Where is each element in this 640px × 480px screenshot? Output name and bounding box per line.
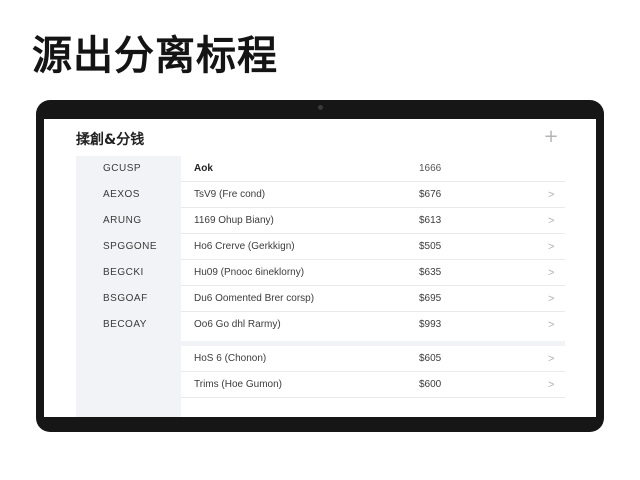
item-price: $613 <box>419 215 442 226</box>
item-name: Ho6 Crerve (Gerkkign) <box>194 241 295 252</box>
item-name: Oo6 Go dhl Rarmy) <box>194 319 281 330</box>
chevron-right-icon: > <box>548 215 555 227</box>
list-item[interactable]: 1169 Ohup Biany) $613 > <box>181 208 565 234</box>
item-name: Du6 Oomented Brer corsp) <box>194 293 315 304</box>
chevron-right-icon: > <box>548 267 555 279</box>
app-screen: 揉創&分钱 + GCUSP AEXOS ARUNG SPGGONE BEGCKI… <box>44 119 596 417</box>
list-item[interactable]: Ho6 Crerve (Gerkkign) $505 > <box>181 234 565 260</box>
item-name: Trims (Hoe Gumon) <box>194 379 282 390</box>
header-name: Aok <box>194 163 213 174</box>
sidebar-item-bsgoaf[interactable]: BSGOAF <box>76 286 181 312</box>
item-name: Hu09 (Pnooc 6ineklorny) <box>194 267 305 278</box>
chevron-right-icon: > <box>548 189 555 201</box>
item-price: $635 <box>419 267 442 278</box>
item-price: $993 <box>419 319 442 330</box>
sidebar-item-spggone[interactable]: SPGGONE <box>76 234 181 260</box>
chevron-right-icon: > <box>548 379 555 391</box>
screen-title: 揉創&分钱 <box>76 132 145 148</box>
sidebar-item-arung[interactable]: ARUNG <box>76 208 181 234</box>
list-item[interactable]: Trims (Hoe Gumon) $600 > <box>181 372 565 398</box>
chevron-right-icon: > <box>548 353 555 365</box>
sidebar-item-aexos[interactable]: AEXOS <box>76 182 181 208</box>
sidebar-item-gcusp[interactable]: GCUSP <box>76 156 181 182</box>
sidebar-item-becoay[interactable]: BECOAY <box>76 312 181 338</box>
item-price: $676 <box>419 189 442 200</box>
chevron-right-icon: > <box>548 293 555 305</box>
tablet-device: 揉創&分钱 + GCUSP AEXOS ARUNG SPGGONE BEGCKI… <box>36 100 604 432</box>
item-name: 1169 Ohup Biany) <box>194 215 274 226</box>
add-icon[interactable]: + <box>543 128 559 146</box>
camera-dot <box>318 105 323 110</box>
chevron-right-icon: > <box>548 319 555 331</box>
sidebar-item-begcki[interactable]: BEGCKI <box>76 260 181 286</box>
list-item[interactable]: TsV9 (Fre cond) $676 > <box>181 182 565 208</box>
list-item[interactable]: Hu09 (Pnooc 6ineklorny) $635 > <box>181 260 565 286</box>
table-header: Aok 1666 <box>181 156 565 182</box>
page-title: 源出分离标程 <box>32 33 278 79</box>
item-price: $695 <box>419 293 442 304</box>
list-item[interactable]: Oo6 Go dhl Rarmy) $993 > <box>181 312 565 338</box>
sidebar: GCUSP AEXOS ARUNG SPGGONE BEGCKI BSGOAF … <box>76 156 181 417</box>
item-name: HoS 6 (Chonon) <box>194 353 267 364</box>
item-price: $600 <box>419 379 442 390</box>
header-price: 1666 <box>419 163 442 174</box>
item-price: $505 <box>419 241 442 252</box>
list-item[interactable]: HoS 6 (Chonon) $605 > <box>181 346 565 372</box>
list-item[interactable]: Du6 Oomented Brer corsp) $695 > <box>181 286 565 312</box>
item-name: TsV9 (Fre cond) <box>194 189 266 200</box>
chevron-right-icon: > <box>548 241 555 253</box>
item-price: $605 <box>419 353 442 364</box>
